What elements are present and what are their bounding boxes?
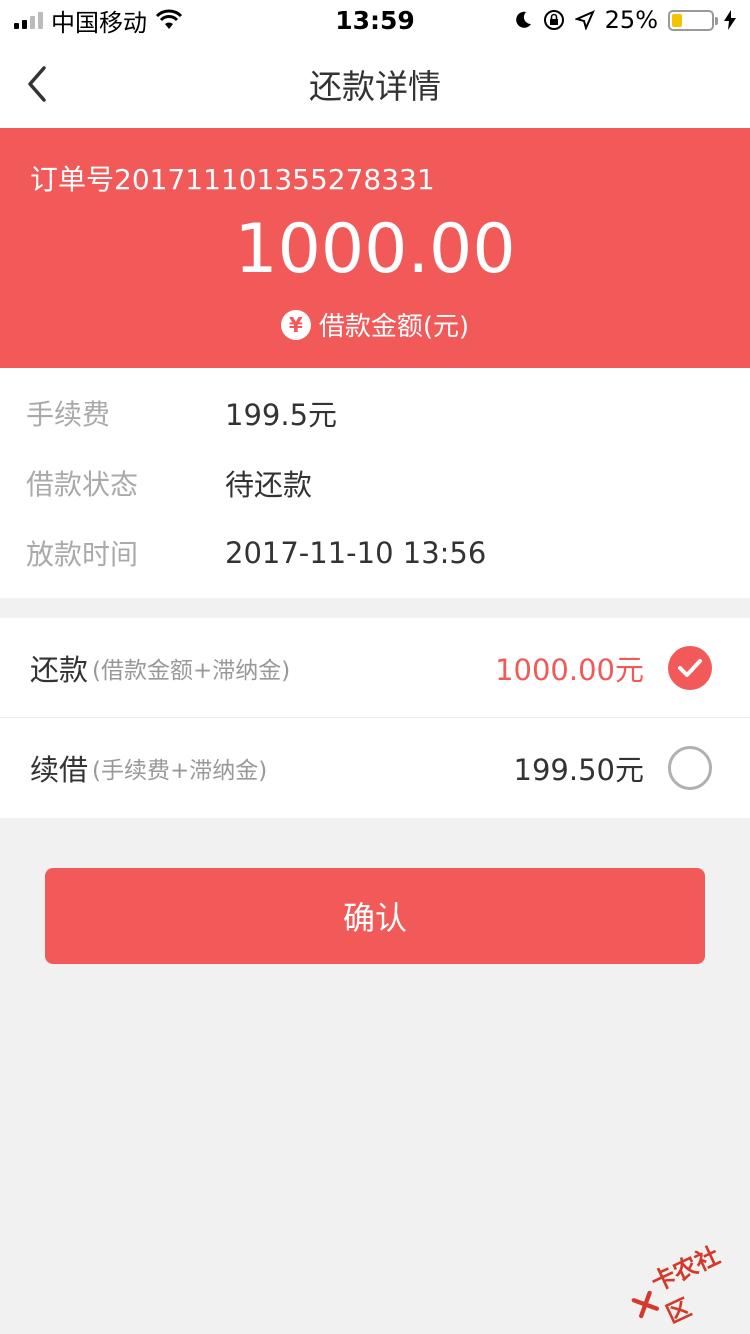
detail-value: 待还款 xyxy=(225,468,313,502)
rotation-lock-icon xyxy=(543,10,564,30)
radio-checked-icon[interactable] xyxy=(668,645,712,690)
repayment-options: 还款 (借款金额+滞纳金) 1000.00元 续借 (手续费+滞纳金) 199.… xyxy=(0,618,750,818)
repayment-detail-screen: 中国移动 13:59 25% 还款详情 订单号20171110135527833… xyxy=(0,0,750,1334)
watermark-text: 卡农社区 xyxy=(646,1241,725,1329)
loan-amount: 1000.00 xyxy=(234,210,516,289)
option-title: 还款 xyxy=(30,652,89,687)
navigation-bar: 还款详情 xyxy=(0,40,750,128)
order-number: 订单号20171110135527833​1 xyxy=(30,163,435,196)
detail-row-status: 借款状态 待还款 xyxy=(0,448,750,518)
order-summary: 订单号20171110135527833​1 1000.00 ¥ 借款金额(元) xyxy=(0,128,750,368)
checkmark-icon xyxy=(678,658,702,677)
detail-label: 手续费 xyxy=(26,398,111,431)
charging-icon xyxy=(724,10,736,30)
back-button[interactable] xyxy=(24,62,64,106)
detail-value: 2017-11-10 13:56 xyxy=(225,536,487,570)
moon-icon xyxy=(515,11,531,28)
confirm-button[interactable]: 确认 xyxy=(45,868,705,964)
option-amount: 199.50元 xyxy=(513,753,644,787)
battery-icon xyxy=(668,9,718,31)
battery-level xyxy=(672,13,682,27)
yen-icon: ¥ xyxy=(280,309,311,340)
loan-details: 手续费 199.5元 借款状态 待还款 放款时间 2017-11-10 13:5… xyxy=(0,368,750,598)
option-title: 续借 xyxy=(30,753,89,787)
status-left: 中国移动 xyxy=(14,3,274,38)
battery-percent: 25% xyxy=(604,6,658,34)
loan-amount-caption: ¥ 借款金额(元) xyxy=(0,306,750,343)
carrier-name: 中国移动 xyxy=(51,8,147,37)
location-icon xyxy=(574,10,595,30)
detail-value: 199.5元 xyxy=(225,398,338,432)
option-amount: 1000.00元 xyxy=(495,652,644,687)
radio-unchecked-icon[interactable] xyxy=(668,746,712,790)
option-subtitle: (借款金额+滞纳金) xyxy=(92,657,291,684)
status-bar: 中国移动 13:59 25% xyxy=(0,0,750,40)
signal-icon xyxy=(14,11,43,29)
status-right: 25% xyxy=(476,6,736,34)
watermark: 卡农社区 xyxy=(622,1236,747,1334)
wifi-icon xyxy=(155,9,183,29)
chevron-left-icon xyxy=(28,66,46,102)
option-subtitle: (手续费+滞纳金) xyxy=(92,758,268,784)
detail-row-disbursed-time: 放款时间 2017-11-10 13:56 xyxy=(0,518,750,588)
detail-label: 放款时间 xyxy=(26,538,139,571)
status-time: 13:59 xyxy=(335,5,415,35)
page-title: 还款详情 xyxy=(309,67,441,106)
option-repay[interactable]: 还款 (借款金额+滞纳金) 1000.00元 xyxy=(0,618,750,718)
option-renew[interactable]: 续借 (手续费+滞纳金) 199.50元 xyxy=(0,718,750,818)
loan-amount-label: 借款金额(元) xyxy=(318,312,470,342)
detail-label: 借款状态 xyxy=(26,468,139,501)
detail-row-fee: 手续费 199.5元 xyxy=(0,378,750,448)
